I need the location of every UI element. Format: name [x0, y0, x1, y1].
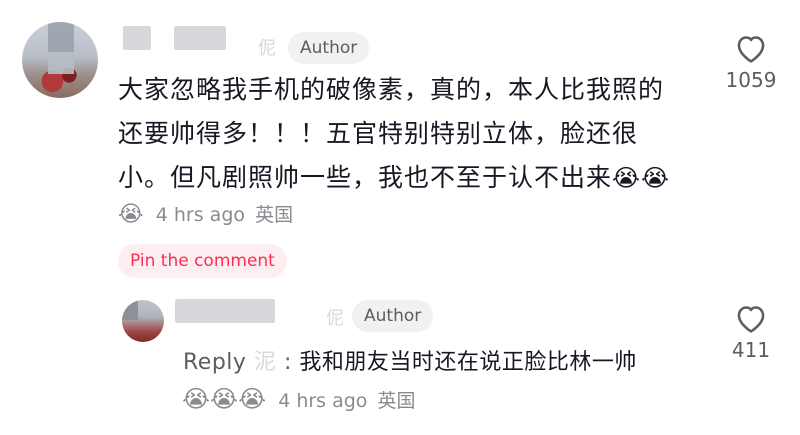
- reply-prefix: Reply: [183, 350, 247, 375]
- like-count: 1059: [725, 68, 777, 92]
- reply-meta: 😭😭😭 4 hrs ago 英国: [182, 385, 416, 413]
- location: 英国: [255, 204, 294, 226]
- reply-colon: :: [283, 350, 292, 375]
- username-partial: 伲: [326, 308, 344, 329]
- avatar[interactable]: [22, 22, 98, 98]
- comment-line: 大家忽略我手机的破像素，真的，本人比我照的: [118, 75, 665, 104]
- crying-face-icon: 😭😭: [612, 164, 671, 192]
- comment-meta: 😭 4 hrs ago 英国: [118, 200, 293, 227]
- author-badge: Author: [352, 300, 434, 332]
- reply-body: 我和朋友当时还在说正脸比林一帅: [299, 350, 637, 375]
- comment-line: 还要帅得多！！！五官特别特别立体，脸还很: [118, 119, 639, 148]
- timestamp: 4 hrs ago: [278, 390, 368, 412]
- author-badge: Author: [288, 32, 370, 64]
- like-count: 411: [731, 338, 771, 362]
- crying-face-icon: 😭: [118, 202, 144, 227]
- username-partial: 伲: [258, 38, 276, 59]
- comment-line: 小。但凡剧照帅一些，我也不至于认不出来😭😭: [118, 163, 671, 192]
- username-redacted[interactable]: [123, 26, 151, 50]
- username-partial: 泥: [253, 350, 277, 375]
- like-button[interactable]: 411: [722, 302, 780, 362]
- heart-outline-icon: [737, 36, 765, 63]
- crying-face-icon: 😭😭😭: [182, 385, 267, 413]
- heart-outline-icon: [737, 306, 765, 333]
- avatar[interactable]: [122, 300, 164, 342]
- reply-text[interactable]: Reply 泥 : 我和朋友当时还在说正脸比林一帅: [183, 344, 637, 376]
- location: 英国: [377, 390, 416, 412]
- timestamp: 4 hrs ago: [155, 204, 246, 226]
- comment-text[interactable]: 大家忽略我手机的破像素，真的，本人比我照的 还要帅得多！！！五官特别特别立体，脸…: [118, 68, 698, 200]
- username-redacted[interactable]: [174, 26, 226, 50]
- like-button[interactable]: 1059: [722, 32, 780, 92]
- username-redacted[interactable]: [175, 299, 275, 323]
- pin-comment-button[interactable]: Pin the comment: [118, 244, 287, 278]
